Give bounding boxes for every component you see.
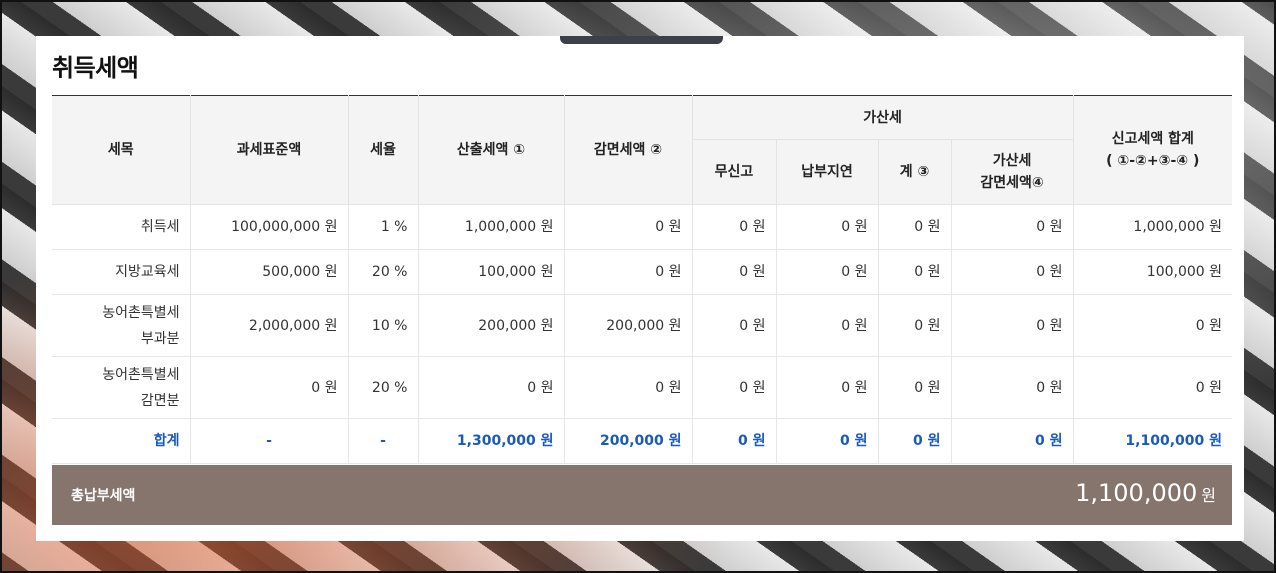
cell-item-line2: 감면분: [140, 392, 180, 409]
cell-base: 500,000 원: [189, 249, 349, 295]
cell-rate: 20 %: [347, 249, 419, 295]
header-penalty-reduction-line1: 가산세: [992, 153, 1032, 169]
header-calc: 산출세액 ①: [417, 95, 565, 205]
cell-unreported: 0 원: [691, 294, 777, 357]
header-base: 과세표준액: [189, 95, 349, 205]
total-late: 0 원: [775, 418, 879, 464]
cell-rate: 20 %: [347, 356, 419, 419]
cell-base: 0 원: [189, 356, 349, 419]
cell-penalty-sum: 0 원: [877, 294, 952, 357]
cell-unreported: 0 원: [691, 249, 777, 295]
cell-item: 취득세: [52, 204, 191, 250]
header-rate: 세율: [347, 95, 419, 205]
cell-item: 농어촌특별세 감면분: [52, 356, 191, 419]
panel-title: 취득세액: [52, 54, 139, 82]
cell-unreported: 0 원: [691, 356, 777, 419]
header-row: 세목 과세표준액 세율 산출세액 ① 감면세액 ② 가산세 신고세액 합계 ( …: [52, 95, 1233, 205]
header-report-total-line1: 신고세액 합계: [1111, 131, 1194, 147]
header-reduction: 감면세액 ②: [563, 95, 693, 205]
header-item: 세목: [52, 95, 191, 205]
header-report-total-line2: ( ①-②+③-④ ): [1106, 153, 1200, 169]
cell-item-line2: 부과분: [140, 330, 180, 347]
cell-reduction: 0 원: [563, 249, 693, 295]
cell-report-total: 0 원: [1072, 356, 1233, 419]
cell-base: 2,000,000 원: [189, 294, 349, 357]
cell-late: 0 원: [775, 294, 879, 357]
tax-table: 세목 과세표준액 세율 산출세액 ① 감면세액 ② 가산세 신고세액 합계 ( …: [52, 95, 1233, 464]
cell-report-total: 1,000,000 원: [1072, 204, 1233, 250]
total-row: 합계 - - 1,300,000 원 200,000 원 0 원 0 원 0 원…: [52, 418, 1233, 464]
cell-rate: 1 %: [347, 204, 419, 250]
grand-total-label: 총납부세액: [71, 488, 136, 504]
cell-item: 농어촌특별세 부과분: [52, 294, 191, 357]
cell-late: 0 원: [775, 204, 879, 250]
cell-rate: 10 %: [347, 294, 419, 357]
cell-penalty-sum: 0 원: [877, 356, 952, 419]
cell-penalty-reduction: 0 원: [950, 356, 1074, 419]
tax-panel: 취득세액 세목 과세표준액 세율 산출세액 ① 감면세액 ② 가산세 신고세액 …: [36, 36, 1244, 541]
table-row: 농어촌특별세 부과분 2,000,000 원 10 % 200,000 원 20…: [52, 294, 1233, 357]
header-penalty-reduction-line2: 감면세액④: [980, 175, 1044, 191]
cell-penalty-reduction: 0 원: [950, 294, 1074, 357]
table-row: 취득세 100,000,000 원 1 % 1,000,000 원 0 원 0 …: [52, 204, 1233, 250]
drag-handle[interactable]: [560, 36, 723, 44]
cell-penalty-sum: 0 원: [877, 204, 952, 250]
cell-calc: 0 원: [417, 356, 565, 419]
grand-total-value: 1,100,000: [1075, 479, 1198, 507]
cell-late: 0 원: [775, 356, 879, 419]
cell-penalty-reduction: 0 원: [950, 249, 1074, 295]
table-row: 지방교육세 500,000 원 20 % 100,000 원 0 원 0 원 0…: [52, 249, 1233, 295]
cell-calc: 1,000,000 원: [417, 204, 565, 250]
total-calc: 1,300,000 원: [417, 418, 565, 464]
cell-item: 지방교육세: [52, 249, 191, 295]
cell-item-line1: 농어촌특별세: [102, 304, 180, 321]
header-penalty-sum: 계 ③: [877, 139, 952, 205]
total-reduction: 200,000 원: [563, 418, 693, 464]
total-item: 합계: [52, 418, 191, 464]
grand-total-unit: 원: [1201, 486, 1216, 505]
cell-late: 0 원: [775, 249, 879, 295]
cell-report-total: 0 원: [1072, 294, 1233, 357]
cell-calc: 200,000 원: [417, 294, 565, 357]
table-row: 농어촌특별세 감면분 0 원 20 % 0 원 0 원 0 원 0 원 0 원 …: [52, 356, 1233, 419]
cell-reduction: 0 원: [563, 204, 693, 250]
total-rate: -: [347, 418, 419, 464]
total-penalty-reduction: 0 원: [950, 418, 1074, 464]
header-penalty-reduction: 가산세 감면세액④: [950, 139, 1074, 205]
cell-penalty-reduction: 0 원: [950, 204, 1074, 250]
cell-calc: 100,000 원: [417, 249, 565, 295]
cell-item-line1: 농어촌특별세: [102, 366, 180, 383]
header-penalty-group: 가산세: [691, 95, 1074, 140]
total-report-total: 1,100,000 원: [1072, 418, 1233, 464]
total-base: -: [189, 418, 349, 464]
cell-report-total: 100,000 원: [1072, 249, 1233, 295]
grand-total-value-wrap: 1,100,000 원: [1075, 479, 1216, 507]
cell-reduction: 0 원: [563, 356, 693, 419]
header-penalty-late: 납부지연: [775, 139, 879, 205]
total-penalty-sum: 0 원: [877, 418, 952, 464]
cell-unreported: 0 원: [691, 204, 777, 250]
cell-penalty-sum: 0 원: [877, 249, 952, 295]
cell-reduction: 200,000 원: [563, 294, 693, 357]
total-unreported: 0 원: [691, 418, 777, 464]
grand-total-bar: 총납부세액 1,100,000 원: [52, 465, 1232, 525]
header-report-total: 신고세액 합계 ( ①-②+③-④ ): [1072, 95, 1233, 205]
header-penalty-unreported: 무신고: [692, 139, 777, 205]
cell-base: 100,000,000 원: [189, 204, 349, 250]
